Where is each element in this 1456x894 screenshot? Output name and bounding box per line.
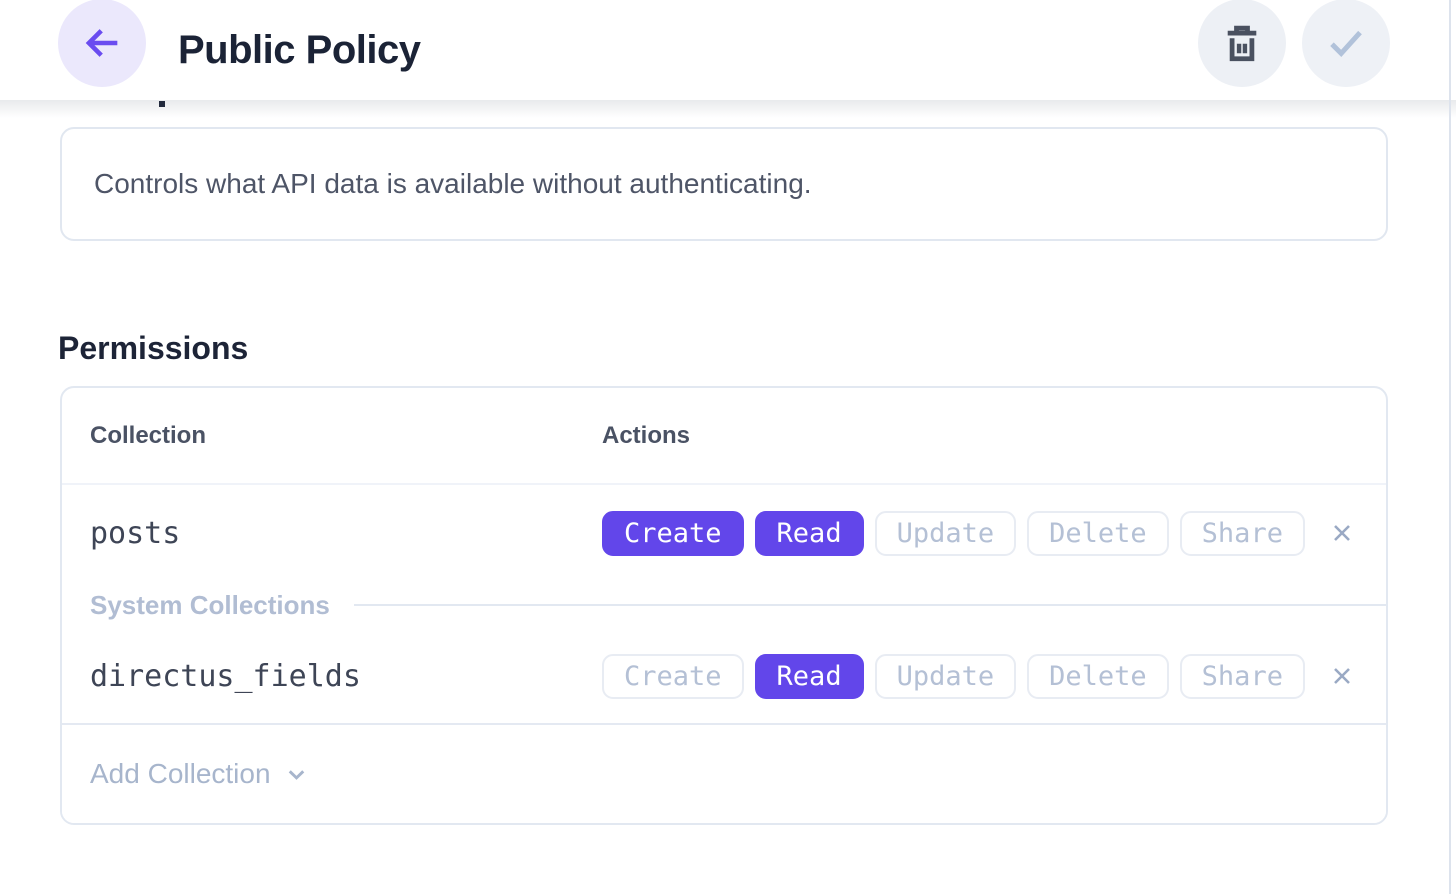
action-delete-button[interactable]: Delete xyxy=(1027,511,1169,556)
add-collection-button[interactable]: Add Collection xyxy=(62,725,1386,823)
action-share-button[interactable]: Share xyxy=(1180,511,1305,556)
action-delete-button[interactable]: Delete xyxy=(1027,654,1169,699)
arrow-left-icon xyxy=(79,20,125,66)
action-create-button[interactable]: Create xyxy=(602,511,744,556)
save-button[interactable] xyxy=(1302,0,1390,87)
delete-button[interactable] xyxy=(1198,0,1286,87)
column-header-actions: Actions xyxy=(602,422,1386,450)
description-value: Controls what API data is available with… xyxy=(94,168,812,200)
x-icon xyxy=(1328,519,1356,547)
page-header: Public Policy xyxy=(0,0,1456,100)
action-update-button[interactable]: Update xyxy=(875,654,1017,699)
x-icon xyxy=(1328,662,1356,690)
actions-cell: Create Read Update Delete Share xyxy=(602,654,1386,699)
permissions-heading: Permissions xyxy=(58,330,248,367)
table-row-directus-fields: directus_fields Create Read Update Delet… xyxy=(62,629,1386,725)
scrollbar[interactable] xyxy=(1449,0,1451,894)
action-update-button[interactable]: Update xyxy=(875,511,1017,556)
system-collections-divider: System Collections xyxy=(62,581,1386,629)
permissions-card: Collection Actions posts Create Read Upd… xyxy=(60,386,1388,825)
actions-cell: Create Read Update Delete Share xyxy=(602,511,1386,556)
collection-name: directus_fields xyxy=(62,659,602,694)
add-collection-label: Add Collection xyxy=(90,758,271,790)
remove-row-button[interactable] xyxy=(1328,519,1356,547)
chevron-down-icon xyxy=(271,761,310,788)
table-row-posts: posts Create Read Update Delete Share xyxy=(62,485,1386,581)
remove-row-button[interactable] xyxy=(1328,662,1356,690)
divider-line xyxy=(354,604,1386,606)
action-create-button[interactable]: Create xyxy=(602,654,744,699)
permissions-table-header: Collection Actions xyxy=(62,388,1386,485)
column-header-collection: Collection xyxy=(62,422,602,450)
description-input[interactable]: Controls what API data is available with… xyxy=(60,127,1388,241)
page-title: Public Policy xyxy=(178,0,420,100)
clipped-label-fragment xyxy=(159,101,165,107)
system-collections-label: System Collections xyxy=(90,590,330,621)
action-share-button[interactable]: Share xyxy=(1180,654,1305,699)
collection-name: posts xyxy=(62,516,602,551)
check-icon xyxy=(1322,19,1370,67)
trash-icon xyxy=(1220,21,1264,65)
back-button[interactable] xyxy=(58,0,146,87)
action-read-button[interactable]: Read xyxy=(755,654,864,699)
action-read-button[interactable]: Read xyxy=(755,511,864,556)
